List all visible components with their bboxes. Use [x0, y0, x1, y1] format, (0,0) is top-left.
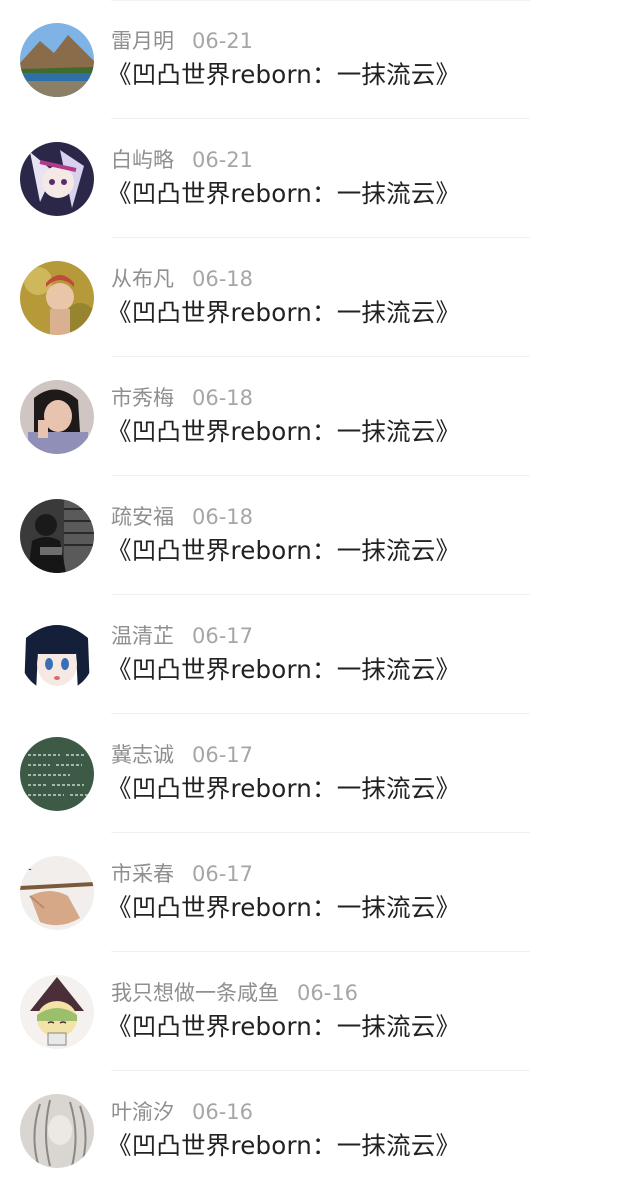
post-title[interactable]: 《凹凸世界reborn：一抹流云》	[107, 58, 460, 92]
list-item[interactable]: 雷月明 06-21 《凹凸世界reborn：一抹流云》	[0, 0, 640, 119]
comment-date: 06-17	[192, 624, 254, 648]
comment-meta: 白屿略 06-21	[111, 146, 253, 174]
comment-date: 06-21	[192, 29, 254, 53]
list-item[interactable]: 从布凡 06-18 《凹凸世界reborn：一抹流云》	[0, 238, 640, 357]
comment-meta: 冀志诚 06-17	[111, 741, 253, 769]
post-title[interactable]: 《凹凸世界reborn：一抹流云》	[107, 415, 460, 449]
list-item[interactable]: 白屿略 06-21 《凹凸世界reborn：一抹流云》	[0, 119, 640, 238]
avatar[interactable]	[20, 23, 94, 97]
post-title[interactable]: 《凹凸世界reborn：一抹流云》	[107, 1129, 460, 1163]
landscape-avatar-icon	[20, 23, 94, 97]
comment-date: 06-18	[192, 505, 254, 529]
list-item[interactable]: 疏安福 06-18 《凹凸世界reborn：一抹流云》	[0, 476, 640, 595]
comment-meta: 疏安福 06-18	[111, 503, 253, 531]
list-item[interactable]: 市秀梅 06-18 《凹凸世界reborn：一抹流云》	[0, 357, 640, 476]
comment-meta: 雷月明 06-21	[111, 27, 253, 55]
username[interactable]: 叶渝汐	[111, 1100, 174, 1124]
comment-date: 06-17	[192, 862, 254, 886]
list-item[interactable]: 温清芷 06-17 《凹凸世界reborn：一抹流云》	[0, 595, 640, 714]
post-title[interactable]: 《凹凸世界reborn：一抹流云》	[107, 177, 460, 211]
avatar[interactable]	[20, 380, 94, 454]
list-item[interactable]: 叶渝汐 06-16 《凹凸世界reborn：一抹流云》	[0, 1071, 640, 1190]
sketch-avatar-icon	[20, 1094, 94, 1168]
username[interactable]: 疏安福	[111, 505, 174, 529]
avatar[interactable]	[20, 261, 94, 335]
monochrome-photo-avatar-icon	[20, 499, 94, 573]
svg-text:ct: ct	[22, 862, 31, 873]
comment-meta: 我只想做一条咸鱼 06-16	[111, 979, 358, 1007]
comment-meta: 市采春 06-17	[111, 860, 253, 888]
username[interactable]: 市采春	[111, 862, 174, 886]
comment-meta: 市秀梅 06-18	[111, 384, 253, 412]
post-title[interactable]: 《凹凸世界reborn：一抹流云》	[107, 296, 460, 330]
post-title[interactable]: 《凹凸世界reborn：一抹流云》	[107, 1010, 460, 1044]
comment-date: 06-18	[192, 267, 254, 291]
avatar[interactable]	[20, 975, 94, 1049]
avatar[interactable]: ct	[20, 856, 94, 930]
girl-photo-avatar-icon	[20, 261, 94, 335]
username[interactable]: 温清芷	[111, 624, 174, 648]
avatar[interactable]	[20, 1094, 94, 1168]
username[interactable]: 白屿略	[111, 148, 174, 172]
list-item[interactable]: 我只想做一条咸鱼 06-16 《凹凸世界reborn：一抹流云》	[0, 952, 640, 1071]
comment-date: 06-16	[192, 1100, 254, 1124]
laughing-girl-avatar-icon	[20, 380, 94, 454]
comment-date: 06-16	[297, 981, 359, 1005]
avatar[interactable]	[20, 142, 94, 216]
username[interactable]: 冀志诚	[111, 743, 174, 767]
post-title[interactable]: 《凹凸世界reborn：一抹流云》	[107, 891, 460, 925]
username[interactable]: 市秀梅	[111, 386, 174, 410]
comment-meta: 叶渝汐 06-16	[111, 1098, 253, 1126]
post-title[interactable]: 《凹凸世界reborn：一抹流云》	[107, 772, 460, 806]
post-title[interactable]: 《凹凸世界reborn：一抹流云》	[107, 653, 460, 687]
comment-meta: 从布凡 06-18	[111, 265, 253, 293]
list-item[interactable]: 冀志诚 06-17 《凹凸世界reborn：一抹流云》	[0, 714, 640, 833]
chibi-avatar-icon	[20, 975, 94, 1049]
comment-feed: 雷月明 06-21 《凹凸世界reborn：一抹流云》 白屿略 06-21 《凹凸世…	[0, 0, 640, 1183]
avatar[interactable]	[20, 737, 94, 811]
chalkboard-avatar-icon	[20, 737, 94, 811]
comment-meta: 温清芷 06-17	[111, 622, 253, 650]
avatar[interactable]	[20, 499, 94, 573]
avatar[interactable]	[20, 618, 94, 692]
list-item[interactable]: ct 市采春 06-17 《凹凸世界reborn：一抹流云》	[0, 833, 640, 952]
username[interactable]: 从布凡	[111, 267, 174, 291]
hand-pencil-avatar-icon: ct	[20, 856, 94, 930]
anime-character-avatar-icon	[20, 142, 94, 216]
comment-date: 06-21	[192, 148, 254, 172]
anime-girl-avatar-icon	[20, 618, 94, 692]
username[interactable]: 我只想做一条咸鱼	[111, 981, 279, 1005]
username[interactable]: 雷月明	[111, 29, 174, 53]
post-title[interactable]: 《凹凸世界reborn：一抹流云》	[107, 534, 460, 568]
comment-date: 06-17	[192, 743, 254, 767]
comment-date: 06-18	[192, 386, 254, 410]
